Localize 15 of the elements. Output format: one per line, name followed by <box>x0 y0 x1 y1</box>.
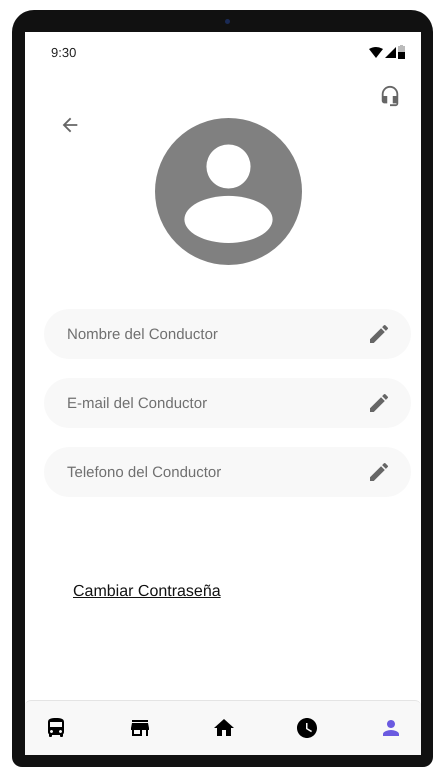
signal-icon <box>385 46 396 58</box>
avatar-icon <box>155 118 302 265</box>
pencil-icon[interactable] <box>367 460 391 484</box>
headset-icon[interactable] <box>379 84 401 108</box>
text-field[interactable]: Nombre del Conductor <box>44 309 411 359</box>
pencil-icon[interactable] <box>367 391 391 415</box>
pencil-icon[interactable] <box>367 322 391 346</box>
clock-icon[interactable] <box>295 716 320 740</box>
change-password-link[interactable]: Cambiar Contraseña <box>73 583 221 601</box>
wifi-icon <box>369 46 383 58</box>
camera <box>225 19 230 24</box>
text-field[interactable]: E-mail del Conductor <box>44 378 411 428</box>
text-field[interactable]: Telefono del Conductor <box>44 447 411 497</box>
status-time: 9:30 <box>51 44 76 60</box>
battery-icon <box>398 45 405 59</box>
